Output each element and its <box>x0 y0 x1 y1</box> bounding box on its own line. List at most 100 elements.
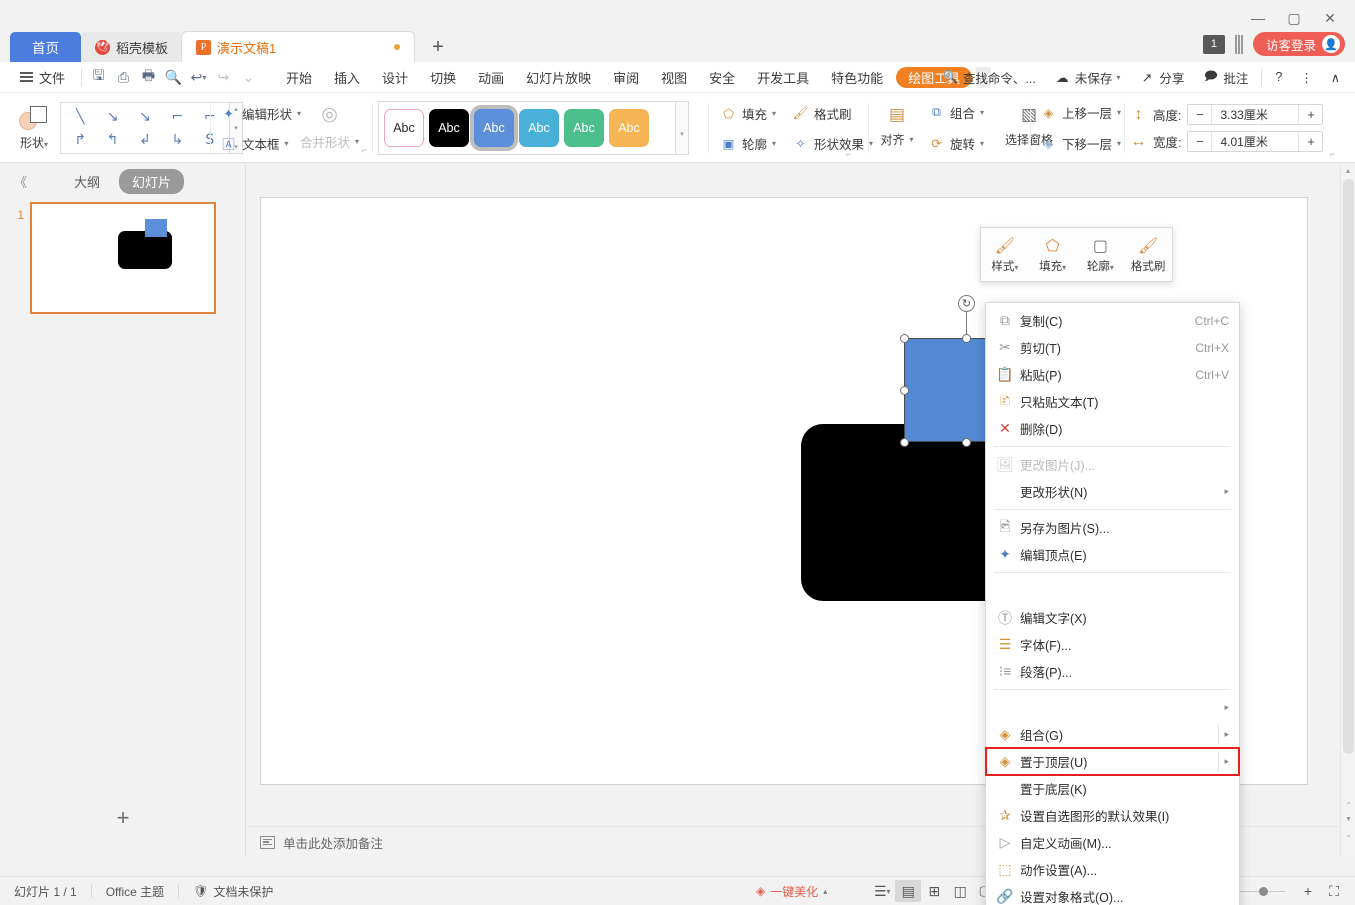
ctx-set-default-shape-effect[interactable]: 置于底层(K) <box>986 775 1239 802</box>
customize-quick-access-icon[interactable]: ⌄ <box>236 65 261 90</box>
dialog-launcher-size-icon[interactable]: ⌐ <box>1330 149 1335 159</box>
previous-slide-icon[interactable]: ⌃ <box>1341 797 1355 812</box>
fill-button[interactable]: ⬠ 填充 ▾ <box>716 101 780 125</box>
collapse-ribbon-button[interactable]: ∧ <box>1322 70 1349 85</box>
tab-slides[interactable]: 幻灯片 <box>119 168 185 194</box>
ctx-save-as-picture[interactable]: 🖻 另存为图片(S)... <box>986 514 1239 541</box>
ctx-group[interactable]: ▸ <box>986 694 1239 721</box>
width-increase-button[interactable]: + <box>1299 132 1323 151</box>
guest-login-button[interactable]: 访客登录 👤 <box>1252 32 1345 56</box>
group-button[interactable]: ⧉ 组合 ▾ <box>924 101 988 125</box>
shape-curve-3[interactable]: ↲ <box>129 128 161 151</box>
maximize-button[interactable]: ▢ <box>1277 6 1311 30</box>
height-decrease-button[interactable]: − <box>1188 105 1212 124</box>
ctx-format-object[interactable]: ⬚ 动作设置(A)... <box>986 856 1239 883</box>
resize-handle-top-center[interactable] <box>962 334 971 343</box>
dialog-launcher-fill-icon[interactable]: ⌐ <box>846 149 851 159</box>
rotate-button[interactable]: ⟳ 旋转 ▾ <box>924 132 988 156</box>
file-menu-button[interactable]: 文件 <box>0 68 77 87</box>
menu-tab-start[interactable]: 开始 <box>275 62 323 93</box>
rotate-handle[interactable]: ↻ <box>958 295 975 312</box>
ctx-cut[interactable]: ✂ 剪切(T) Ctrl+X <box>986 334 1239 361</box>
shapes-dropdown-button[interactable]: 形状▾ <box>8 98 60 158</box>
save-status-button[interactable]: ☁ 未保存 ▾ <box>1045 68 1130 87</box>
shape-curve-1[interactable]: ↱ <box>64 128 96 151</box>
collapse-panel-button[interactable]: 《 <box>14 172 27 191</box>
ctx-bullets-numbering[interactable]: ⁝≡ 段落(P)... <box>986 658 1239 685</box>
zoom-in-button[interactable]: + <box>1295 880 1321 902</box>
print-preview-icon[interactable]: ⎙ <box>111 65 136 90</box>
shape-style-gallery[interactable]: Abc Abc Abc Abc Abc Abc <box>378 101 676 155</box>
fit-to-window-icon[interactable]: ⛶ <box>1321 880 1347 902</box>
resize-handle-bottom-center[interactable] <box>962 438 971 447</box>
save-icon[interactable]: 🖫 <box>86 65 111 90</box>
preview-icon[interactable]: 🔍 <box>161 65 186 90</box>
menu-tab-transition[interactable]: 切换 <box>419 62 467 93</box>
find-command-search[interactable]: 🔍 查找命令、... <box>933 68 1045 87</box>
resize-handle-top-left[interactable] <box>900 334 909 343</box>
menu-tab-devtools[interactable]: 开发工具 <box>746 62 820 93</box>
style-swatch-blue[interactable]: Abc <box>474 109 514 147</box>
scroll-up-icon[interactable]: ▲ <box>1341 164 1355 179</box>
mini-outline-button[interactable]: ▢ 轮廓▾ <box>1077 228 1125 281</box>
next-slide-icon[interactable]: ⌄ <box>1341 827 1355 842</box>
menu-tab-insert[interactable]: 插入 <box>323 62 371 93</box>
style-swatch-black[interactable]: Abc <box>429 109 469 147</box>
shape-curve-2[interactable]: ↰ <box>96 128 128 151</box>
minimize-button[interactable]: — <box>1241 6 1275 30</box>
width-decrease-button[interactable]: − <box>1188 132 1212 151</box>
view-options-button[interactable]: ☰ ▾ <box>869 880 895 902</box>
normal-view-button[interactable]: ▤ <box>895 880 922 902</box>
close-button[interactable]: ✕ <box>1313 6 1347 30</box>
style-swatch-white[interactable]: Abc <box>384 109 424 147</box>
ctx-hyperlink[interactable]: 🔗 设置对象格式(O)... <box>986 883 1239 905</box>
menu-tab-slideshow[interactable]: 幻灯片放映 <box>515 62 602 93</box>
dialog-launcher-shapes-icon[interactable]: ⌐ <box>362 145 367 155</box>
width-value[interactable]: 4.01厘米 <box>1211 132 1300 151</box>
scrollbar-thumb[interactable] <box>1343 179 1354 754</box>
mini-style-button[interactable]: 🖌 样式▾ <box>981 228 1029 281</box>
canvas-vertical-scrollbar[interactable]: ▲ ⌃ ▼ ⌄ <box>1340 164 1355 857</box>
style-swatch-green[interactable]: Abc <box>564 109 604 147</box>
style-gallery-scrollbar[interactable]: ▾ <box>676 101 689 155</box>
help-button[interactable]: ? <box>1266 70 1291 84</box>
shape-effect-button[interactable]: ✧ 形状效果 ▾ <box>788 131 877 155</box>
notification-count-badge[interactable]: 1 <box>1202 34 1225 54</box>
slide-thumbnail-1[interactable] <box>30 202 216 314</box>
menu-tab-animation[interactable]: 动画 <box>467 62 515 93</box>
shape-line-3[interactable]: ↘ <box>129 105 161 128</box>
height-value[interactable]: 3.33厘米 <box>1211 105 1300 124</box>
shape-line-2[interactable]: ↘ <box>96 105 128 128</box>
resize-handle-bottom-left[interactable] <box>900 438 909 447</box>
style-swatch-orange[interactable]: Abc <box>609 109 649 147</box>
ctx-paste[interactable]: 📋 粘贴(P) Ctrl+V <box>986 361 1239 388</box>
ctx-paragraph[interactable]: ☰ 字体(F)... <box>986 631 1239 658</box>
menu-tab-review[interactable]: 审阅 <box>602 62 650 93</box>
tab-docer-template[interactable]: 🕊 稻壳模板 <box>81 32 183 62</box>
resize-handle-middle-left[interactable] <box>900 386 909 395</box>
format-painter-button[interactable]: 🖌 格式刷 <box>788 101 856 125</box>
textbox-button[interactable]: 🄰 文本框 ▾ <box>216 131 293 155</box>
mini-fill-button[interactable]: ⬠ 填充▾ <box>1029 228 1077 281</box>
ctx-action-settings[interactable]: ▷ 自定义动画(M)... <box>986 829 1239 856</box>
shape-curve-4[interactable]: ↳ <box>161 128 193 151</box>
theme-status[interactable]: Office 主题 <box>92 883 178 900</box>
scroll-down-icon[interactable]: ▼ <box>1341 812 1355 827</box>
comment-button[interactable]: 🗩 批注 <box>1193 68 1257 87</box>
print-icon[interactable]: 🖶 <box>136 65 161 90</box>
more-options-button[interactable]: ⋮ <box>1291 70 1322 85</box>
ctx-font[interactable]: Ⓣ 编辑文字(X) <box>986 604 1239 631</box>
ctx-edit-text[interactable] <box>986 577 1239 604</box>
mini-format-painter-button[interactable]: 🖌 格式刷 <box>1124 228 1172 281</box>
ctx-bring-to-front[interactable]: ◈ 组合(G) ▸ <box>986 721 1239 748</box>
new-tab-button[interactable]: + <box>424 32 452 62</box>
ctx-change-shape[interactable]: 更改形状(N) ▸ <box>986 478 1239 505</box>
bring-forward-button[interactable]: ◈ 上移一层 ▾ <box>1036 101 1125 125</box>
ctx-copy[interactable]: ⧉ 复制(C) Ctrl+C <box>986 307 1239 334</box>
ctx-delete[interactable]: ✕ 删除(D) <box>986 415 1239 442</box>
menu-tab-security[interactable]: 安全 <box>698 62 746 93</box>
ctx-edit-points[interactable]: ✦ 编辑顶点(E) <box>986 541 1239 568</box>
protection-status[interactable]: 🛡 文档未保护 <box>179 883 287 900</box>
slide-thumbnail-item[interactable]: 1 <box>0 202 245 314</box>
menu-tab-view[interactable]: 视图 <box>650 62 698 93</box>
